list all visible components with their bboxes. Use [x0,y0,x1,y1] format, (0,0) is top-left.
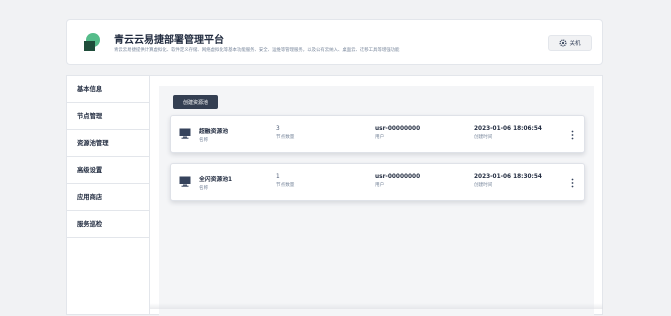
created-time: 2023-01-06 18:06:54 [474,126,542,132]
sidebar-item-label: 高级设置 [77,167,103,174]
user-field: usr-00000000 用户 [375,174,420,188]
sidebar-item-basic-info[interactable]: 基本信息 [67,76,149,103]
resource-pool-list: 创建资源池 超融资源池 名称 3 节点数量 usr-00000000 用户 20… [159,86,594,316]
sidebar-item-app-store[interactable]: 应用商店 [67,184,149,211]
bottom-shadow [150,303,603,309]
pool-name-field: 超融资源池 名称 [199,126,228,143]
pool-user-key: 用户 [375,135,385,140]
more-options-icon[interactable] [571,178,574,188]
sidebar-item-label: 应用商店 [77,194,103,201]
pool-name[interactable]: 超融资源池 [199,126,228,135]
created-time-key: 创建时间 [474,135,493,140]
pool-name-field: 全闪资源池1 名称 [199,174,232,191]
sidebar-item-label: 节点管理 [77,113,103,120]
pool-name[interactable]: 全闪资源池1 [199,174,232,183]
create-resource-pool-button[interactable]: 创建资源池 [173,95,218,109]
pool-user: usr-00000000 [375,126,421,132]
gear-icon [559,39,568,47]
shutdown-label: 关机 [569,41,581,47]
page-subtitle: 青云云易捷提供计算虚拟化、软件定义存储、网络虚拟化等基本功能服务、安全、运维等管… [114,48,400,53]
resource-pool-card[interactable]: 全闪资源池1 名称 1 节点数量 usr-00000000 用户 2023-01… [170,163,585,201]
sidebar: 基本信息 节点管理 资源池管理 高级设置 应用商店 服务巡检 [66,75,150,315]
created-time-field: 2023-01-06 18:06:54 创建时间 [474,126,542,140]
pool-name-key: 名称 [199,186,209,191]
node-count-field: 1 节点数量 [276,174,294,188]
monitor-icon [179,128,191,139]
node-count-field: 3 节点数量 [276,126,294,140]
resource-pool-card[interactable]: 超融资源池 名称 3 节点数量 usr-00000000 用户 2023-01-… [170,115,585,153]
sidebar-item-service-inspection[interactable]: 服务巡检 [67,211,149,238]
shutdown-button[interactable]: 关机 [548,35,592,51]
app-logo-icon [84,33,100,51]
main-panel: 创建资源池 超融资源池 名称 3 节点数量 usr-00000000 用户 20… [150,75,603,316]
sidebar-item-advanced-settings[interactable]: 高级设置 [67,157,149,184]
pool-user: usr-00000000 [375,174,421,180]
monitor-icon [179,176,191,187]
sidebar-item-node-management[interactable]: 节点管理 [67,103,149,130]
pool-user-key: 用户 [375,183,385,188]
created-time: 2023-01-06 18:30:54 [474,174,542,180]
app-header: 青云云易捷部署管理平台 青云云易捷提供计算虚拟化、软件定义存储、网络虚拟化等基本… [66,19,603,65]
created-time-field: 2023-01-06 18:30:54 创建时间 [474,174,542,188]
sidebar-item-label: 基本信息 [77,86,103,93]
node-count: 3 [276,126,280,132]
sidebar-item-label: 服务巡检 [77,221,103,228]
sidebar-item-label: 资源池管理 [77,140,109,147]
node-count: 1 [276,174,280,180]
node-count-key: 节点数量 [276,183,295,188]
pool-name-key: 名称 [199,138,209,143]
sidebar-item-resource-pool-management[interactable]: 资源池管理 [67,130,149,157]
node-count-key: 节点数量 [276,135,295,140]
more-options-icon[interactable] [571,130,574,140]
created-time-key: 创建时间 [474,183,493,188]
page-title: 青云云易捷部署管理平台 [114,35,224,46]
user-field: usr-00000000 用户 [375,126,420,140]
